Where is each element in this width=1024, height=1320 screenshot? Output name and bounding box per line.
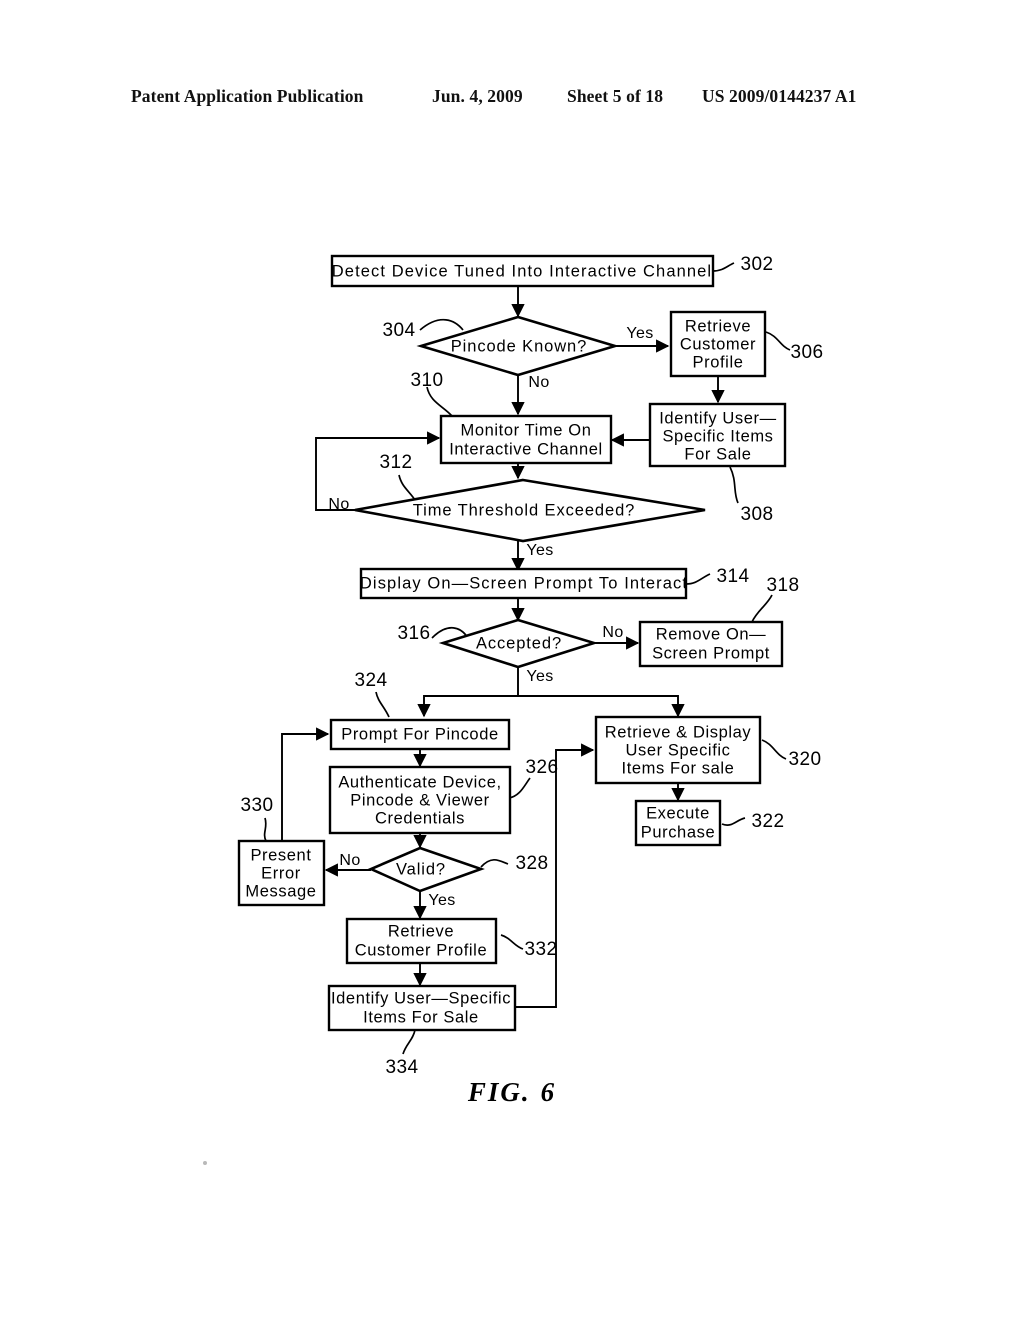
node-324-label: Prompt For Pincode	[341, 725, 499, 743]
leader-330	[263, 817, 267, 842]
ref-320: 320	[789, 749, 822, 770]
node-306-retrieve-customer-profile: Retrieve Customer Profile	[669, 310, 767, 378]
node-306-line3: Profile	[693, 353, 744, 371]
node-302-detect-device: Detect Device Tuned Into Interactive Cha…	[330, 254, 715, 288]
node-322-execute-purchase: Execute Purchase	[634, 799, 722, 847]
node-318-line1: Remove On—	[656, 625, 767, 643]
leader-318	[751, 594, 773, 623]
edge-330-loop-to-324	[281, 727, 330, 842]
node-316-accepted: Accepted?	[438, 618, 599, 669]
node-304-pincode-known: Pincode Known?	[416, 315, 620, 377]
ref-330: 330	[241, 795, 274, 816]
leader-306	[765, 331, 791, 351]
node-306-line2: Customer	[680, 335, 756, 353]
ref-306: 306	[791, 342, 824, 363]
ref-302: 302	[741, 254, 774, 275]
ref-310-number: 310	[411, 370, 444, 391]
ref-318: 318	[767, 575, 800, 596]
figure-6-flowchart: Detect Device Tuned Into Interactive Cha…	[0, 0, 1024, 1320]
leader-324	[375, 691, 390, 718]
node-302-label: Detect Device Tuned Into Interactive Cha…	[332, 262, 712, 280]
edge-label-accepted-no: No	[602, 624, 623, 641]
node-308-line2: Specific Items	[662, 427, 773, 445]
figure-caption-label: FIG.	[467, 1077, 531, 1107]
node-334-identify-user-specific-items-2: Identify User—Specific Items For Sale	[327, 984, 517, 1032]
leader-332	[500, 934, 524, 950]
leader-322	[721, 817, 746, 826]
node-324-prompt-for-pincode: Prompt For Pincode	[329, 718, 511, 751]
node-320-line2: User Specific	[626, 741, 731, 759]
node-320-retrieve-display-items: Retrieve & Display User Specific Items F…	[594, 715, 762, 785]
node-330-line3: Message	[245, 882, 316, 900]
edge-label-threshold-no: No	[328, 496, 349, 513]
ref-304: 304	[383, 320, 416, 341]
node-332-line1: Retrieve	[388, 922, 454, 940]
node-322-line1: Execute	[646, 804, 710, 822]
ref-312: 312	[380, 452, 413, 473]
node-330-line2: Error	[261, 864, 301, 882]
node-326-line3: Credentials	[375, 809, 465, 827]
ref-324: 324	[355, 670, 388, 691]
edge-label-accepted-yes: Yes	[526, 668, 553, 685]
edge-label-pincode-no: No	[528, 374, 549, 391]
node-314-label: Display On—Screen Prompt To Interact	[360, 574, 688, 592]
node-334-line2: Items For Sale	[363, 1008, 479, 1026]
node-310-line1: Monitor Time On	[461, 421, 592, 439]
leader-328	[480, 859, 509, 868]
ref-332: 332	[525, 939, 558, 960]
leader-314	[685, 573, 711, 585]
node-320-line1: Retrieve & Display	[605, 723, 752, 741]
node-308-line1: Identify User—	[659, 409, 777, 427]
page-speck	[203, 1161, 207, 1165]
node-308-identify-user-specific-items: Identify User— Specific Items For Sale	[648, 402, 787, 468]
node-326-line1: Authenticate Device,	[338, 773, 501, 791]
leader-310	[426, 386, 453, 417]
ref-334: 334	[386, 1057, 419, 1078]
edge-316-yes-bus	[417, 667, 519, 718]
node-322-line2: Purchase	[641, 823, 716, 841]
node-326-authenticate-device: Authenticate Device, Pincode & Viewer Cr…	[328, 765, 512, 835]
node-308-line3: For Sale	[684, 445, 751, 463]
edge-label-pincode-yes: Yes	[626, 325, 653, 342]
figure-caption-number: 6	[540, 1077, 557, 1107]
node-312-time-threshold: Time Threshold Exceeded?	[354, 478, 706, 543]
node-320-line3: Items For sale	[622, 759, 735, 777]
figure-caption: FIG. 6	[0, 1077, 1024, 1108]
ref-316: 316	[398, 623, 431, 644]
node-318-line2: Screen Prompt	[652, 644, 770, 662]
node-326-line2: Pincode & Viewer	[350, 791, 490, 809]
edge-334-to-320	[516, 743, 595, 1008]
ref-314: 314	[717, 566, 750, 587]
leader-304	[419, 319, 464, 331]
ref-328: 328	[516, 853, 549, 874]
node-318-remove-prompt: Remove On— Screen Prompt	[638, 620, 784, 668]
node-310-monitor-time: Monitor Time On Interactive Channel	[439, 414, 613, 465]
node-310-line2: Interactive Channel	[449, 440, 603, 458]
edge-label-valid-no: No	[339, 852, 360, 869]
edge-316-yes-bus-right	[518, 695, 685, 718]
leader-334	[402, 1029, 416, 1055]
edge-label-threshold-yes: Yes	[526, 542, 553, 559]
edge-label-valid-yes: Yes	[428, 892, 455, 909]
ref-322: 322	[752, 811, 785, 832]
node-328-label: Valid?	[396, 860, 446, 878]
ref-308: 308	[741, 504, 774, 525]
node-304-label: Pincode Known?	[451, 337, 587, 355]
ref-326: 326	[526, 757, 559, 778]
node-332-line2: Customer Profile	[355, 941, 487, 959]
leader-302	[712, 262, 735, 272]
leader-320	[761, 739, 787, 760]
leader-308	[729, 466, 739, 504]
node-328-valid: Valid?	[367, 846, 485, 893]
node-316-label: Accepted?	[476, 634, 562, 652]
node-306-line1: Retrieve	[685, 317, 751, 335]
node-334-line1: Identify User—Specific	[331, 989, 511, 1007]
node-330-present-error-message: Present Error Message	[237, 839, 326, 907]
node-332-retrieve-customer-profile-2: Retrieve Customer Profile	[345, 917, 498, 965]
node-314-display-prompt: Display On—Screen Prompt To Interact	[359, 567, 688, 600]
node-330-line1: Present	[250, 846, 311, 864]
node-312-label: Time Threshold Exceeded?	[413, 501, 635, 519]
leader-326	[508, 777, 531, 799]
